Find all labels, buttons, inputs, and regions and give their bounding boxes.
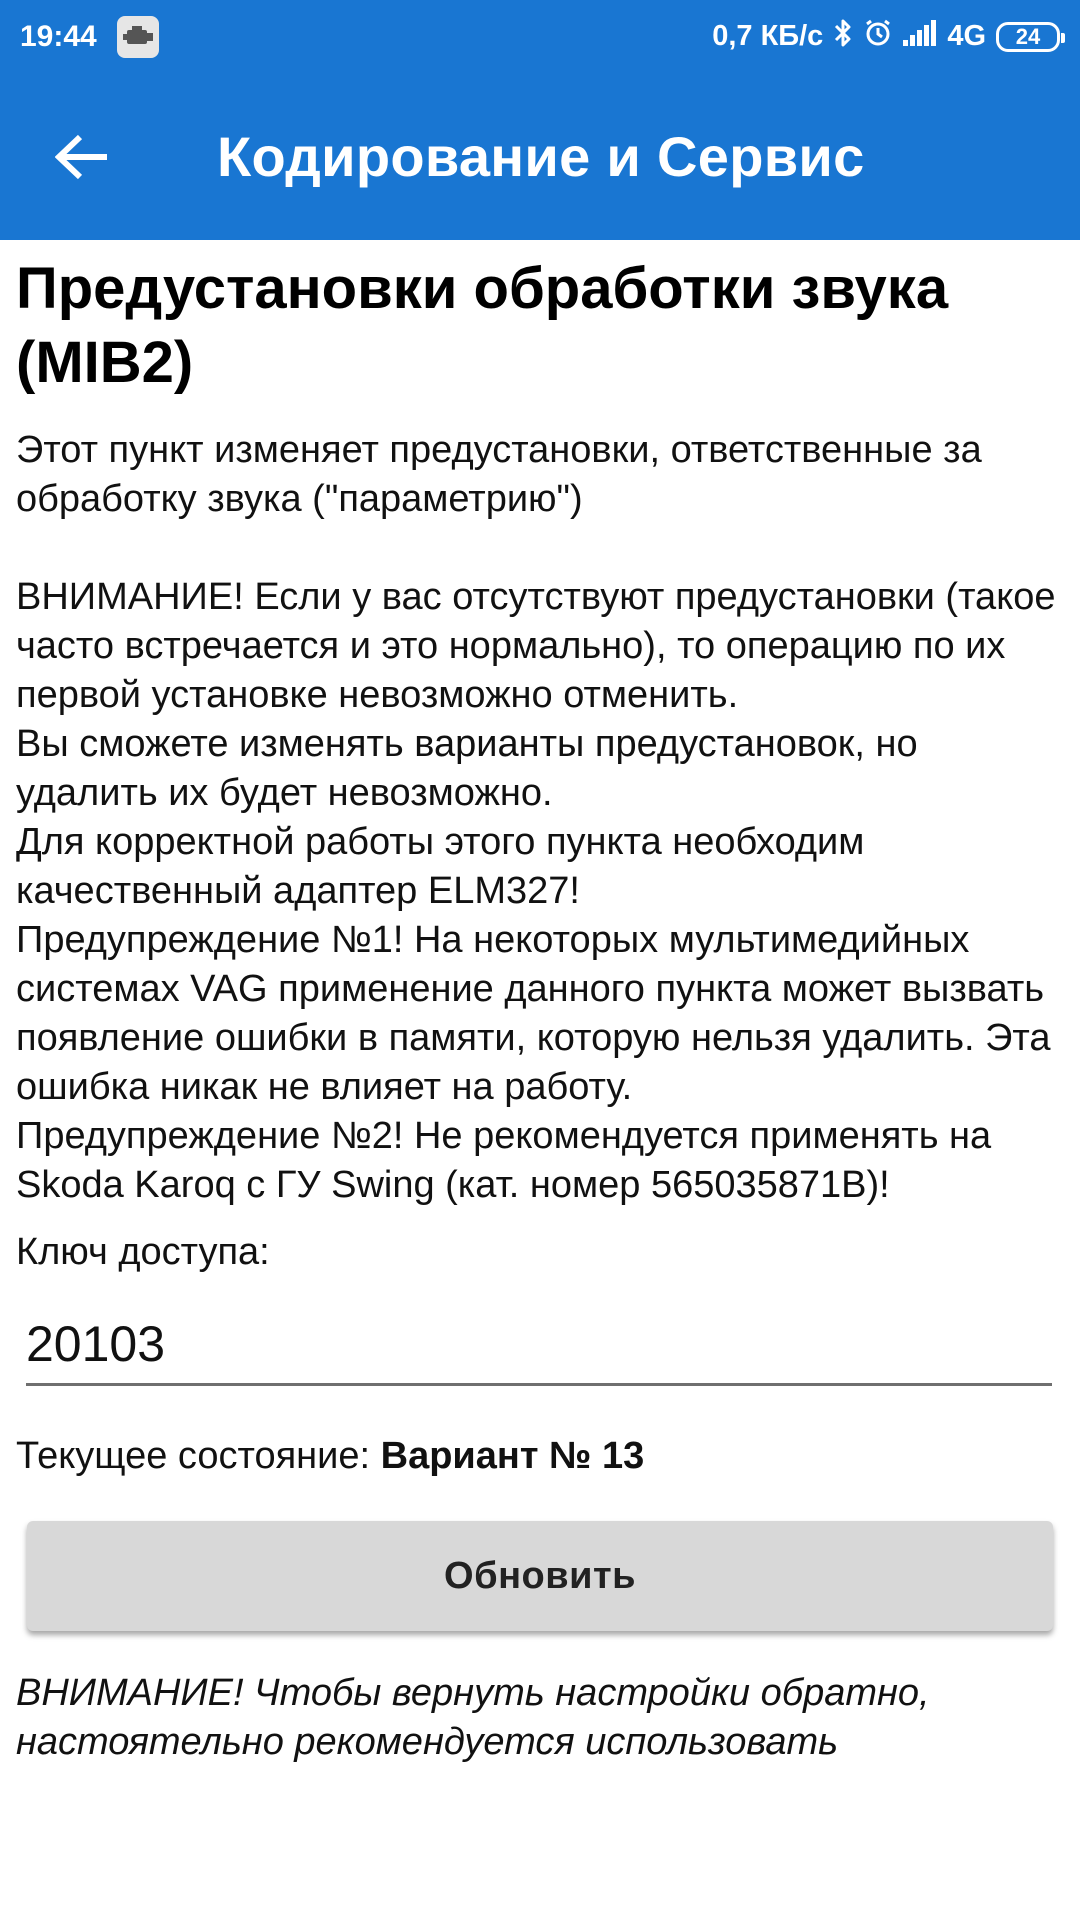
network-speed: 0,7 КБ/с	[712, 20, 824, 52]
status-bar: 19:44 0,7 КБ/с 4G 24	[0, 0, 1080, 73]
warning-paragraph: Предупреждение №1! На некоторых мультиме…	[16, 919, 1051, 1108]
access-key-field-wrapper	[26, 1315, 1052, 1386]
app-bar: Кодирование и Сервис	[0, 73, 1080, 240]
refresh-button[interactable]: Обновить	[27, 1521, 1053, 1631]
status-time: 19:44	[20, 19, 97, 53]
warning-block: ВНИМАНИЕ! Если у вас отсутствуют предуст…	[16, 573, 1066, 1210]
arrow-left-icon	[55, 134, 107, 179]
status-bar-right: 0,7 КБ/с 4G 24	[702, 18, 1065, 56]
back-button[interactable]	[27, 102, 137, 212]
bluetooth-icon	[833, 18, 853, 56]
current-state: Текущее состояние: Вариант № 13	[16, 1432, 1066, 1481]
status-bar-left: 19:44	[20, 15, 159, 58]
access-key-input[interactable]	[26, 1315, 1052, 1373]
page-title: Предустановки обработки звука (MIB2)	[16, 256, 949, 395]
intro-text: Этот пункт изменяет предустановки, ответ…	[16, 429, 982, 520]
state-label: Текущее состояние:	[16, 1435, 381, 1477]
signal-icon	[903, 19, 937, 54]
content: Предустановки обработки звука (MIB2) Это…	[16, 240, 1066, 1767]
battery-level: 24	[1015, 23, 1041, 49]
warning-paragraph: ВНИМАНИЕ! Если у вас отсутствуют предуст…	[16, 576, 1056, 716]
warning-paragraph: Предупреждение №2! Не рекомендуется прим…	[16, 1115, 992, 1206]
alarm-icon	[863, 18, 893, 56]
state-value: Вариант № 13	[380, 1435, 645, 1477]
network-type: 4G	[947, 20, 986, 52]
car-engine-icon	[116, 15, 159, 58]
bottom-warning-note: ВНИМАНИЕ! Чтобы вернуть настройки обратн…	[16, 1672, 930, 1763]
battery-icon: 24	[996, 21, 1065, 52]
app-bar-title: Кодирование и Сервис	[217, 125, 865, 188]
warning-paragraph: Вы сможете изменять варианты предустанов…	[16, 723, 918, 814]
warning-paragraph: Для корректной работы этого пункта необх…	[16, 821, 865, 912]
access-key-label: Ключ доступа:	[16, 1231, 270, 1273]
